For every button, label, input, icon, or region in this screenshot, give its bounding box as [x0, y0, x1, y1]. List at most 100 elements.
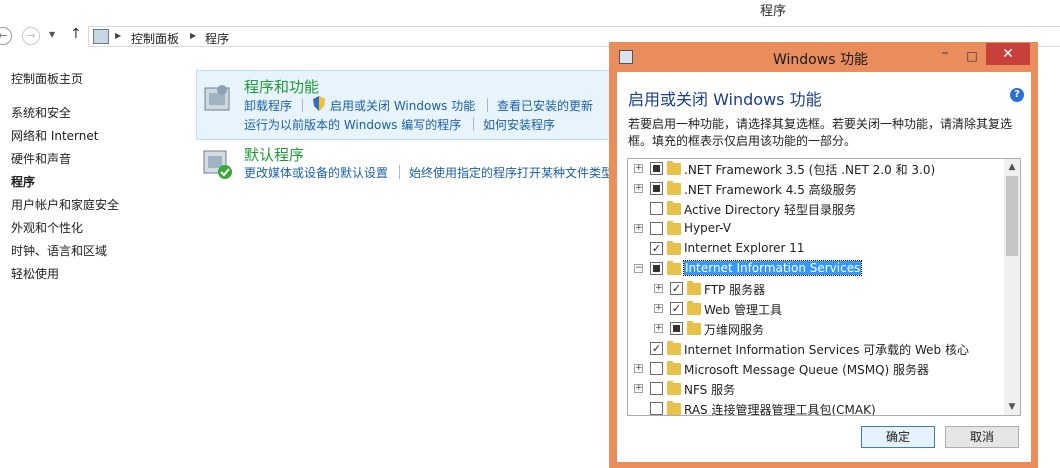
turn-windows-features-link[interactable]: 启用或关闭 Windows 功能: [330, 97, 475, 114]
folder-icon: [667, 241, 681, 255]
feature-checkbox[interactable]: [650, 182, 663, 195]
dialog-system-icon[interactable]: [619, 50, 633, 64]
feature-label[interactable]: Internet Explorer 11: [684, 241, 805, 255]
maximize-icon[interactable]: □: [959, 44, 985, 68]
breadcrumb-programs[interactable]: 程序: [205, 30, 229, 47]
expand-icon[interactable]: +: [654, 304, 663, 313]
scroll-down-icon[interactable]: ▼: [1004, 399, 1020, 415]
feature-row[interactable]: + ✓ FTP 服务器: [628, 279, 1004, 299]
nav-appearance[interactable]: 外观和个性化: [11, 219, 83, 236]
feature-label[interactable]: Hyper-V: [684, 221, 731, 235]
forward-button[interactable]: →: [22, 27, 40, 45]
view-installed-updates-link[interactable]: 查看已安装的更新: [497, 97, 593, 114]
feature-label[interactable]: Microsoft Message Queue (MSMQ) 服务器: [684, 361, 929, 378]
nav-control-panel-home[interactable]: 控制面板主页: [11, 70, 83, 87]
folder-icon: [687, 301, 701, 315]
how-to-install-link[interactable]: 如何安装程序: [483, 116, 555, 133]
expand-icon[interactable]: +: [634, 184, 643, 193]
feature-checkbox[interactable]: [650, 202, 663, 215]
feature-checkbox[interactable]: [650, 162, 663, 175]
feature-row[interactable]: ✓ Internet Explorer 11: [628, 239, 1004, 259]
feature-label[interactable]: Active Directory 轻型目录服务: [684, 201, 856, 218]
folder-icon: [687, 321, 701, 335]
ok-button[interactable]: 确定: [861, 426, 935, 448]
feature-checkbox[interactable]: [650, 402, 663, 415]
collapse-icon[interactable]: −: [634, 264, 643, 273]
expand-icon[interactable]: +: [634, 364, 643, 373]
feature-row[interactable]: − Internet Information Services: [628, 259, 1004, 279]
breadcrumb-control-panel[interactable]: 控制面板: [131, 30, 179, 47]
nav-clock-region[interactable]: 时钟、语言和区域: [11, 242, 107, 259]
cancel-button[interactable]: 取消: [945, 426, 1019, 448]
expand-icon[interactable]: +: [634, 384, 643, 393]
folder-icon: [667, 181, 681, 195]
feature-row[interactable]: + ✓ Web 管理工具: [628, 299, 1004, 319]
feature-row[interactable]: ✓ Internet Information Services 可承载的 Web …: [628, 339, 1004, 359]
feature-label[interactable]: Internet Information Services 可承载的 Web 核…: [684, 341, 969, 358]
uac-shield-icon: [312, 96, 326, 111]
windows-features-dialog: Windows 功能 – □ ✕ 启用或关闭 Windows 功能 ? 若要启用…: [609, 42, 1038, 468]
feature-checkbox[interactable]: [650, 262, 663, 275]
nav-hardware-sound[interactable]: 硬件和声音: [11, 150, 71, 167]
feature-label[interactable]: NFS 服务: [684, 381, 735, 398]
feature-checkbox[interactable]: [650, 362, 663, 375]
folder-icon: [667, 401, 681, 415]
programs-features-icon: [202, 82, 234, 114]
feature-label[interactable]: FTP 服务器: [704, 281, 765, 298]
feature-row[interactable]: + .NET Framework 3.5 (包括 .NET 2.0 和 3.0): [628, 159, 1004, 179]
feature-checkbox[interactable]: ✓: [650, 242, 663, 255]
breadcrumb-separator-icon: ▶: [190, 31, 197, 40]
always-use-program-link[interactable]: 始终使用指定的程序打开某种文件类型: [409, 164, 613, 181]
programs-features-title[interactable]: 程序和功能: [244, 76, 319, 97]
feature-row[interactable]: + NFS 服务: [628, 379, 1004, 399]
feature-label[interactable]: RAS 连接管理器管理工具包(CMAK): [684, 401, 876, 415]
feature-row[interactable]: RAS 连接管理器管理工具包(CMAK): [628, 399, 1004, 415]
nav-system-security[interactable]: 系统和安全: [11, 104, 71, 121]
feature-checkbox[interactable]: [650, 222, 663, 235]
minimize-icon[interactable]: –: [930, 44, 960, 68]
tree-scrollbar[interactable]: ▲ ▼: [1004, 159, 1020, 415]
nav-network-internet[interactable]: 网络和 Internet: [11, 127, 98, 144]
feature-label[interactable]: Web 管理工具: [704, 301, 782, 318]
features-tree[interactable]: + .NET Framework 3.5 (包括 .NET 2.0 和 3.0) +…: [627, 158, 1021, 416]
feature-label[interactable]: 万维网服务: [704, 321, 764, 338]
feature-row[interactable]: Active Directory 轻型目录服务: [628, 199, 1004, 219]
change-media-defaults-link[interactable]: 更改媒体或设备的默认设置: [244, 164, 388, 181]
default-programs-icon: [202, 148, 234, 180]
feature-checkbox[interactable]: ✓: [670, 302, 683, 315]
back-button[interactable]: ←: [0, 27, 12, 45]
feature-label[interactable]: Internet Information Services: [682, 260, 863, 276]
help-icon[interactable]: ?: [1010, 88, 1024, 102]
nav-ease-of-access[interactable]: 轻松使用: [11, 265, 59, 282]
feature-row[interactable]: + .NET Framework 4.5 高级服务: [628, 179, 1004, 199]
run-older-programs-link[interactable]: 运行为以前版本的 Windows 编写的程序: [244, 116, 461, 133]
folder-icon: [667, 201, 681, 215]
feature-row[interactable]: + Hyper-V: [628, 219, 1004, 239]
feature-label[interactable]: .NET Framework 3.5 (包括 .NET 2.0 和 3.0): [684, 161, 935, 178]
feature-row[interactable]: + Microsoft Message Queue (MSMQ) 服务器: [628, 359, 1004, 379]
link-divider: [399, 165, 400, 179]
expand-icon[interactable]: +: [654, 284, 663, 293]
expand-icon[interactable]: +: [654, 324, 663, 333]
feature-row[interactable]: + 万维网服务: [628, 319, 1004, 339]
folder-icon: [667, 261, 681, 275]
scroll-thumb[interactable]: [1006, 176, 1018, 256]
up-button[interactable]: ↑: [70, 26, 82, 42]
folder-icon: [687, 281, 701, 295]
nav-programs[interactable]: 程序: [11, 173, 35, 190]
feature-checkbox[interactable]: ✓: [650, 342, 663, 355]
feature-label[interactable]: .NET Framework 4.5 高级服务: [684, 181, 857, 198]
uninstall-program-link[interactable]: 卸载程序: [244, 97, 292, 114]
feature-checkbox[interactable]: [670, 322, 683, 335]
feature-checkbox[interactable]: [650, 382, 663, 395]
recent-dropdown-icon[interactable]: ▼: [49, 30, 55, 39]
feature-checkbox[interactable]: ✓: [670, 282, 683, 295]
scroll-up-icon[interactable]: ▲: [1004, 159, 1020, 175]
close-button[interactable]: ✕: [986, 43, 1030, 65]
expand-icon[interactable]: +: [634, 224, 643, 233]
nav-user-accounts[interactable]: 用户帐户和家庭安全: [11, 196, 119, 213]
default-programs-title[interactable]: 默认程序: [244, 144, 304, 165]
folder-icon: [667, 381, 681, 395]
dialog-titlebar[interactable]: Windows 功能 – □ ✕: [609, 42, 1038, 72]
expand-icon[interactable]: +: [634, 164, 643, 173]
